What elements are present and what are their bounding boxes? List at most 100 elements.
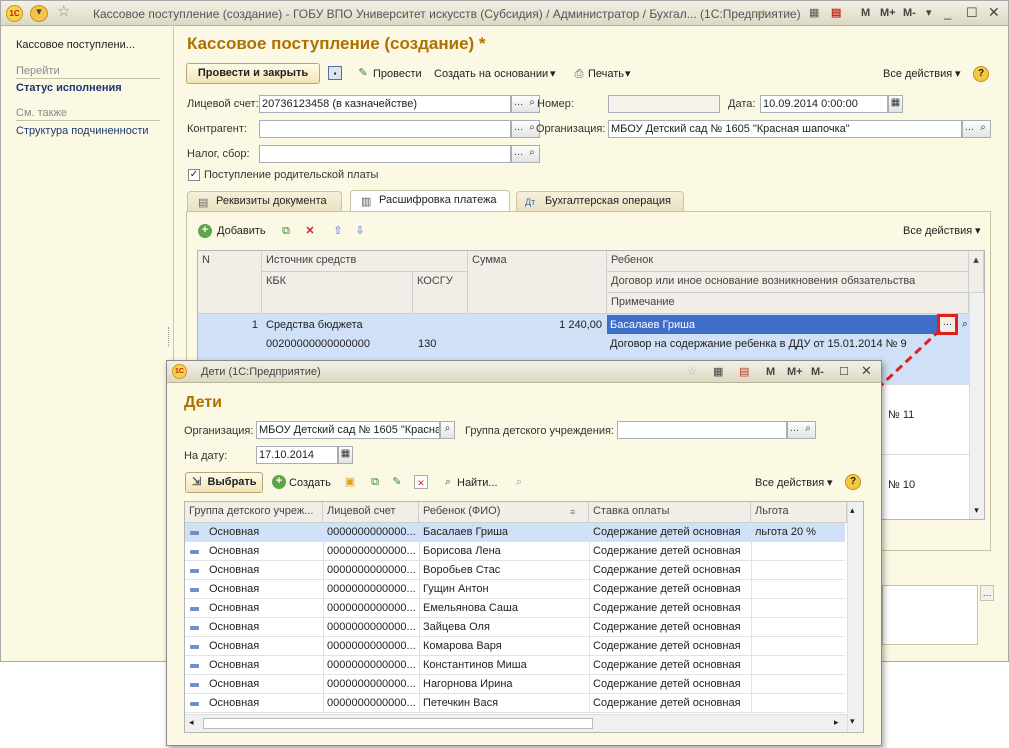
cell-rate: Содержание детей основная bbox=[593, 583, 741, 595]
cell-divider bbox=[323, 580, 324, 599]
dialog-all-actions-button[interactable]: Все действия bbox=[755, 477, 824, 489]
table-row[interactable]: Основная 0000000000000... Константинов Миш… bbox=[185, 656, 845, 675]
table-row[interactable]: Основная 0000000000000... Емельянова Саша С… bbox=[185, 599, 845, 618]
dialog-maximize-icon[interactable]: ☐ bbox=[839, 364, 849, 380]
cell-divider bbox=[323, 542, 324, 561]
cell-divider bbox=[589, 523, 590, 542]
dialog-group-search-icon[interactable]: ⌕ bbox=[801, 421, 816, 439]
cell-rate: Содержание детей основная bbox=[593, 526, 741, 538]
col-account[interactable]: Лицевой счет bbox=[323, 502, 419, 523]
dialog-help-icon[interactable]: ? bbox=[845, 474, 861, 490]
cell-child-name: Гущин Антон bbox=[423, 583, 489, 595]
horizontal-scrollbar[interactable]: ◂ ▸ bbox=[185, 714, 847, 732]
cell-rate: Содержание детей основная bbox=[593, 545, 741, 557]
dialog-org-search-icon[interactable]: ⌕ bbox=[440, 421, 455, 439]
sort-icon[interactable]: ≡ bbox=[570, 507, 575, 517]
cell-rate: Содержание детей основная bbox=[593, 564, 741, 576]
dialog-favorite-icon[interactable]: ☆ bbox=[687, 364, 697, 380]
cell-divider bbox=[419, 599, 420, 618]
dialog-org-label: Организация: bbox=[184, 425, 254, 437]
cell-divider bbox=[589, 656, 590, 675]
create-folder-icon[interactable]: ▣ bbox=[343, 475, 357, 489]
dialog-date-field[interactable]: 17.10.2014 bbox=[256, 446, 338, 464]
cell-child-name: Нагорнова Ирина bbox=[423, 678, 513, 690]
cell-divider bbox=[589, 599, 590, 618]
col-group[interactable]: Группа детского учреж... bbox=[185, 502, 323, 523]
scroll-left-icon[interactable]: ◂ bbox=[189, 717, 194, 728]
table-row[interactable]: Основная 0000000000000... Нагорнова Ирина С… bbox=[185, 675, 845, 694]
dialog-group-label: Группа детского учреждения: bbox=[465, 425, 614, 437]
cell-divider bbox=[589, 542, 590, 561]
cell-divider bbox=[419, 580, 420, 599]
dialog-logo-icon[interactable]: 1С bbox=[172, 364, 187, 379]
cell-benefit: льгота 20 % bbox=[755, 526, 816, 538]
cell-account: 0000000000000... bbox=[327, 640, 416, 652]
cell-divider bbox=[751, 675, 752, 694]
cell-rate: Содержание детей основная bbox=[593, 602, 741, 614]
children-grid[interactable]: Группа детского учреж... Лицевой счет Ре… bbox=[184, 501, 864, 733]
dialog-copy-icon[interactable]: ⧉ bbox=[368, 475, 382, 489]
cell-rate: Содержание детей основная bbox=[593, 640, 741, 652]
col-benefit[interactable]: Льгота bbox=[751, 502, 847, 523]
cancel-search-icon[interactable]: ⌕ bbox=[512, 475, 526, 489]
cell-child-name: Борисова Лена bbox=[423, 545, 501, 557]
dialog-scroll-down-icon[interactable]: ▾ bbox=[850, 716, 855, 727]
cell-divider bbox=[589, 618, 590, 637]
cell-group: Основная bbox=[209, 640, 260, 652]
cell-child-name: Басалаев Гриша bbox=[423, 526, 509, 538]
dialog-title-bar: 1С Дети (1С:Предприятие) ☆ ▦ ▤ M M+ M- ☐… bbox=[167, 361, 881, 383]
cell-divider bbox=[751, 580, 752, 599]
mark-delete-icon[interactable]: ✕ bbox=[414, 475, 428, 489]
dialog-title: Дети bbox=[184, 394, 222, 411]
cell-account: 0000000000000... bbox=[327, 697, 416, 709]
cell-group: Основная bbox=[209, 697, 260, 709]
cell-divider bbox=[419, 561, 420, 580]
table-row[interactable]: Основная 0000000000000... Петечкин Вася Сод… bbox=[185, 694, 845, 713]
cell-divider bbox=[419, 542, 420, 561]
cell-child-name: Константинов Миша bbox=[423, 659, 527, 671]
cell-divider bbox=[323, 637, 324, 656]
cell-child-name: Емельянова Саша bbox=[423, 602, 518, 614]
dialog-grid-scrollbar[interactable]: ▴ ▾ bbox=[847, 502, 863, 732]
dialog-scroll-up-icon[interactable]: ▴ bbox=[850, 505, 855, 516]
dialog-calculator-icon[interactable]: ▦ bbox=[713, 364, 723, 380]
dialog-memory-plus-button[interactable]: M+ bbox=[787, 364, 803, 380]
table-row[interactable]: Основная 0000000000000... Борисова Лена Сод… bbox=[185, 542, 845, 561]
create-icon[interactable]: + bbox=[272, 475, 286, 489]
cell-account: 0000000000000... bbox=[327, 545, 416, 557]
col-rate[interactable]: Ставка оплаты bbox=[589, 502, 751, 523]
cell-account: 0000000000000... bbox=[327, 526, 416, 538]
table-row[interactable]: Основная 0000000000000... Гущин Антон Содер… bbox=[185, 580, 845, 599]
find-icon[interactable]: ⌕ bbox=[441, 475, 455, 489]
table-row[interactable]: Основная 0000000000000... Воробьев Стас Сод… bbox=[185, 561, 845, 580]
table-row[interactable]: Основная 0000000000000... Комарова Варя Сод… bbox=[185, 637, 845, 656]
dialog-group-select-button[interactable]: … bbox=[787, 421, 802, 439]
col-child-name[interactable]: Ребенок (ФИО) bbox=[419, 502, 589, 523]
scroll-thumb[interactable] bbox=[203, 718, 593, 729]
row-state-icon bbox=[190, 683, 199, 687]
dialog-calendar-icon[interactable]: ▤ bbox=[739, 364, 749, 380]
cell-divider bbox=[751, 694, 752, 713]
dialog-org-field[interactable]: МБОУ Детский сад № 1605 "Красная bbox=[256, 421, 440, 439]
find-button[interactable]: Найти... bbox=[457, 477, 498, 489]
dialog-memory-m-button[interactable]: M bbox=[766, 364, 775, 380]
table-row[interactable]: Основная 0000000000000... Басалаев Гриша Со… bbox=[185, 523, 845, 542]
dialog-group-field[interactable] bbox=[617, 421, 787, 439]
dialog-date-calendar-icon[interactable]: ▦ bbox=[338, 446, 353, 464]
cell-group: Основная bbox=[209, 621, 260, 633]
edit-icon[interactable]: ✎ bbox=[390, 475, 404, 489]
table-row[interactable]: Основная 0000000000000... Зайцева Оля Содер… bbox=[185, 618, 845, 637]
select-button[interactable]: ⇲ Выбрать bbox=[185, 472, 263, 493]
create-button[interactable]: Создать bbox=[289, 477, 331, 489]
dialog-memory-minus-button[interactable]: M- bbox=[811, 364, 824, 380]
cell-divider bbox=[419, 618, 420, 637]
dialog-all-actions-dropdown-icon[interactable]: ▾ bbox=[827, 476, 833, 489]
dialog-close-icon[interactable]: ✕ bbox=[861, 363, 872, 379]
cell-rate: Содержание детей основная bbox=[593, 678, 741, 690]
cell-group: Основная bbox=[209, 583, 260, 595]
cell-divider bbox=[589, 561, 590, 580]
cell-divider bbox=[323, 675, 324, 694]
scroll-right-icon[interactable]: ▸ bbox=[834, 717, 839, 728]
cell-divider bbox=[751, 542, 752, 561]
row-state-icon bbox=[190, 569, 199, 573]
